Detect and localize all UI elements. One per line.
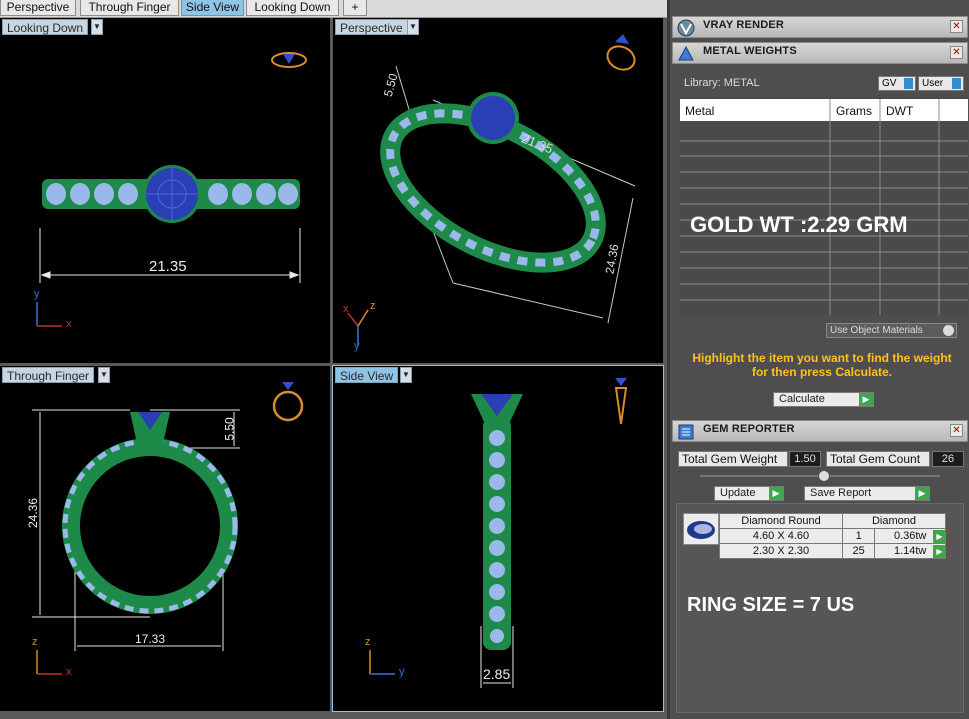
axis-x-label: x xyxy=(66,318,72,330)
gem-table-header: Diamond Round Diamond xyxy=(719,513,946,529)
diamond-icon xyxy=(683,513,719,545)
play-arrow-icon: ▶ xyxy=(915,487,929,500)
user-toggle[interactable]: User xyxy=(918,76,964,91)
add-tab-button[interactable]: + xyxy=(343,0,367,16)
dropdown-arrow-icon[interactable]: ▼ xyxy=(407,19,419,35)
total-gem-weight-value: 1.50 xyxy=(789,451,821,467)
viewport-label[interactable]: Through Finger xyxy=(2,367,95,383)
viewport-label[interactable]: Looking Down xyxy=(2,19,89,35)
gem-shape-header: Diamond Round xyxy=(719,513,843,529)
viewport-through-finger[interactable]: Through Finger ▼ 24.36 5.50 17.33 z x xyxy=(0,366,330,711)
ring-thumbnail-icon xyxy=(614,387,628,425)
tab-through-finger[interactable]: Through Finger xyxy=(80,0,179,16)
tab-side-view[interactable]: Side View xyxy=(181,0,244,16)
gem-reporter-header[interactable]: GEM REPORTER ✕ xyxy=(672,420,968,442)
viewport-perspective[interactable]: Perspective ▼ 5.50 21.35 24.36 z x y xyxy=(333,18,663,363)
tab-looking-down[interactable]: Looking Down xyxy=(246,0,339,16)
gem-type-header: Diamond xyxy=(842,513,946,529)
dropdown-arrow-icon[interactable]: ▼ xyxy=(98,367,110,383)
viewport-label[interactable]: Side View xyxy=(335,367,399,383)
side-view-drawing xyxy=(369,378,628,688)
metal-weights-title: METAL WEIGHTS xyxy=(703,45,797,57)
gem-count: 25 xyxy=(841,543,876,559)
calculate-button[interactable]: Calculate ▶ xyxy=(773,392,874,407)
table-row[interactable]: 2.30 X 2.30 25 1.14tw xyxy=(719,543,946,559)
vray-render-title: VRAY RENDER xyxy=(703,19,785,31)
gem-reporter-title: GEM REPORTER xyxy=(703,423,795,435)
gv-toggle[interactable]: GV xyxy=(878,76,916,91)
shank-width-dimension: 2.85 xyxy=(483,666,511,682)
through-finger-drawing xyxy=(32,382,304,675)
calculate-hint: Highlight the item you want to find the … xyxy=(692,351,952,379)
gem-reporter-icon xyxy=(678,424,694,440)
gold-weight-overlay: GOLD WT :2.29 GRM xyxy=(690,212,908,237)
ring-thumbnail-icon xyxy=(606,45,636,71)
total-gem-weight-label: Total Gem Weight xyxy=(678,451,788,467)
gem-size: 4.60 X 4.60 xyxy=(719,528,843,544)
crown-height-dimension: 5.50 xyxy=(222,417,237,441)
library-label: Library: METAL xyxy=(684,77,760,89)
save-report-button[interactable]: Save Report ▶ xyxy=(804,486,930,501)
axis-z-label: z xyxy=(32,636,38,648)
axis-y-label: y xyxy=(399,666,405,678)
play-arrow-icon[interactable]: ▶ xyxy=(933,530,946,543)
axis-x-label: x xyxy=(343,303,349,315)
right-panel: VRAY RENDER ✕ METAL WEIGHTS ✕ Library: M… xyxy=(667,0,969,719)
metal-weights-table[interactable]: Metal Grams DWT GOLD WT :2.29 GRM xyxy=(680,97,968,315)
viewport-looking-down[interactable]: Looking Down ▼ 21.35 y x xyxy=(0,18,330,363)
gem-table[interactable]: Diamond Round Diamond 4.60 X 4.60 1 0.36… xyxy=(719,513,946,559)
dropdown-arrow-icon[interactable]: ▼ xyxy=(400,367,412,383)
viewport-side-view[interactable]: Side View ▼ 2.85 z y xyxy=(332,365,664,712)
close-icon[interactable]: ✕ xyxy=(950,46,963,59)
total-gem-count-label: Total Gem Count xyxy=(826,451,930,467)
table-row[interactable]: 4.60 X 4.60 1 0.36tw xyxy=(719,528,946,544)
metal-weights-header[interactable]: METAL WEIGHTS ✕ xyxy=(672,42,968,64)
play-arrow-icon: ▶ xyxy=(859,393,873,406)
axis-y-label: y xyxy=(34,288,40,300)
gem-size: 2.30 X 2.30 xyxy=(719,543,843,559)
total-gem-count-value: 26 xyxy=(932,451,964,467)
tab-perspective[interactable]: Perspective xyxy=(0,0,76,16)
metal-weights-icon xyxy=(678,45,694,61)
viewport-label[interactable]: Perspective xyxy=(335,19,408,35)
axis-x-label: x xyxy=(66,666,72,678)
use-object-materials-toggle[interactable]: Use Object Materials xyxy=(826,323,957,338)
vray-icon xyxy=(677,19,695,37)
width-dimension: 21.35 xyxy=(149,258,187,275)
view-tab-bar: Perspective Through Finger Side View Loo… xyxy=(0,0,667,18)
ring-size-text: RING SIZE = 7 US xyxy=(687,594,855,616)
looking-down-drawing xyxy=(36,52,307,327)
axis-z-label: z xyxy=(365,636,371,648)
close-icon[interactable]: ✕ xyxy=(950,424,963,437)
gem-count: 1 xyxy=(841,528,876,544)
gem-report-area: Diamond Round Diamond 4.60 X 4.60 1 0.36… xyxy=(676,503,964,713)
axis-y-label: y xyxy=(354,340,360,352)
height-dimension: 24.36 xyxy=(26,497,41,529)
update-button[interactable]: Update ▶ xyxy=(714,486,784,501)
close-icon[interactable]: ✕ xyxy=(950,20,963,33)
play-arrow-icon[interactable]: ▶ xyxy=(933,545,946,558)
slider-handle[interactable] xyxy=(818,470,830,482)
ring-thumbnail-icon xyxy=(272,390,304,422)
vray-render-header[interactable]: VRAY RENDER ✕ xyxy=(672,16,968,38)
table-grid-lines xyxy=(680,99,968,315)
axis-z-label: z xyxy=(370,300,376,312)
dropdown-arrow-icon[interactable]: ▼ xyxy=(91,19,103,35)
width-dimension: 17.33 xyxy=(135,632,166,646)
play-arrow-icon: ▶ xyxy=(769,487,783,500)
perspective-drawing xyxy=(347,34,636,346)
